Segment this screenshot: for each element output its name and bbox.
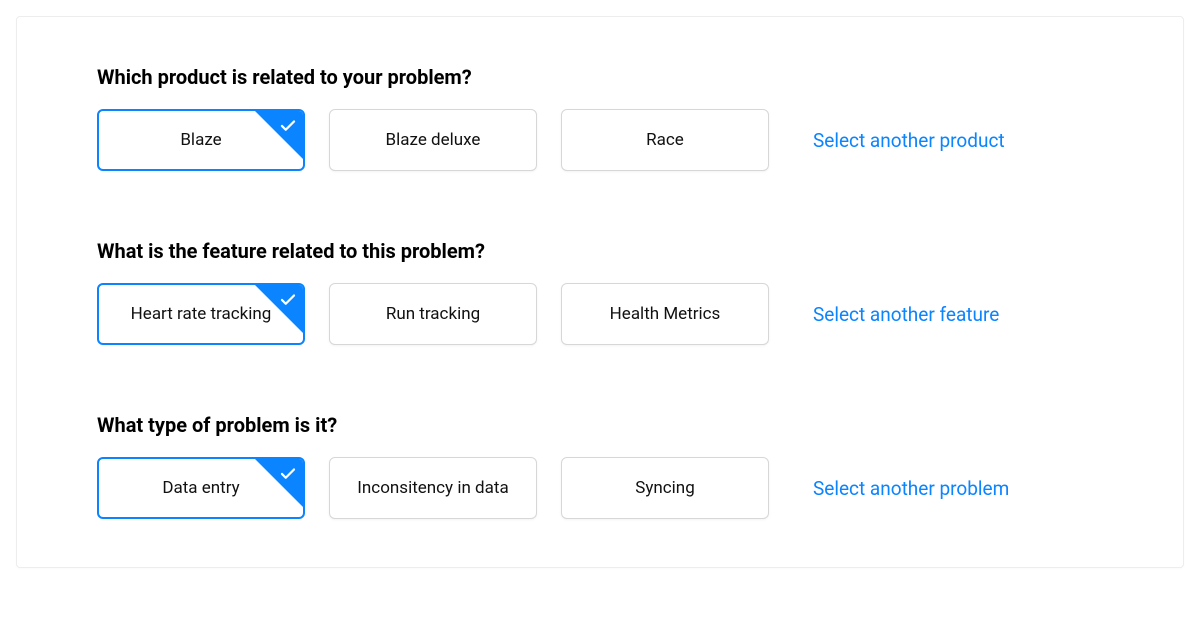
- option-feature-run-tracking[interactable]: Run tracking: [329, 283, 537, 345]
- section-problem-title: What type of problem is it?: [97, 413, 1103, 437]
- option-problem-inconsistency[interactable]: Inconsitency in data: [329, 457, 537, 519]
- option-feature-health-metrics[interactable]: Health Metrics: [561, 283, 769, 345]
- check-icon: [278, 290, 298, 310]
- section-product: Which product is related to your problem…: [97, 65, 1103, 171]
- section-product-row: Blaze Blaze deluxe Race Select another p…: [97, 109, 1103, 171]
- option-problem-data-entry[interactable]: Data entry: [97, 457, 305, 519]
- section-problem-row: Data entry Inconsitency in data Syncing …: [97, 457, 1103, 519]
- option-problem-syncing[interactable]: Syncing: [561, 457, 769, 519]
- section-feature-title: What is the feature related to this prob…: [97, 239, 1103, 263]
- section-problem: What type of problem is it? Data entry I…: [97, 413, 1103, 519]
- option-feature-heart-rate[interactable]: Heart rate tracking: [97, 283, 305, 345]
- select-another-product-link[interactable]: Select another product: [813, 129, 1005, 152]
- option-product-race[interactable]: Race: [561, 109, 769, 171]
- form-card: Which product is related to your problem…: [16, 16, 1184, 568]
- option-label: Health Metrics: [610, 304, 721, 324]
- option-label: Blaze: [180, 130, 221, 150]
- option-label: Inconsitency in data: [357, 478, 508, 498]
- check-icon: [278, 116, 298, 136]
- select-another-feature-link[interactable]: Select another feature: [813, 303, 999, 326]
- option-product-blaze[interactable]: Blaze: [97, 109, 305, 171]
- option-label: Race: [646, 130, 684, 150]
- option-label: Data entry: [162, 478, 239, 498]
- option-label: Blaze deluxe: [386, 130, 481, 150]
- option-label: Heart rate tracking: [131, 304, 272, 324]
- section-feature: What is the feature related to this prob…: [97, 239, 1103, 345]
- option-label: Syncing: [635, 478, 695, 498]
- select-another-problem-link[interactable]: Select another problem: [813, 477, 1009, 500]
- option-label: Run tracking: [386, 304, 480, 324]
- check-icon: [278, 464, 298, 484]
- section-product-title: Which product is related to your problem…: [97, 65, 1103, 89]
- section-feature-row: Heart rate tracking Run tracking Health …: [97, 283, 1103, 345]
- option-product-blaze-deluxe[interactable]: Blaze deluxe: [329, 109, 537, 171]
